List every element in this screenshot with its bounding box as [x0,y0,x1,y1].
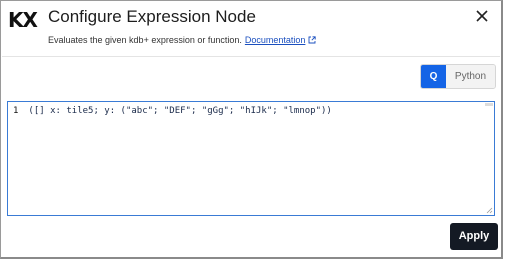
dialog-title: Configure Expression Node [48,7,256,26]
code-line[interactable]: 1 ([] x: tile5; y: ("abc"; "DEF"; "gGg"; … [13,105,332,117]
close-button[interactable] [473,7,491,25]
close-icon [476,10,488,22]
code-text[interactable]: ([] x: tile5; y: ("abc"; "DEF"; "gGg"; "… [28,106,331,116]
language-toggle: Q Python [420,64,496,89]
subtitle-text: Evaluates the given kdb+ expression or f… [48,35,242,45]
resize-grip-icon[interactable] [486,207,493,214]
code-editor[interactable]: 1 ([] x: tile5; y: ("abc"; "DEF"; "gGg"; … [7,101,495,216]
language-option-python[interactable]: Python [446,65,495,88]
kx-logo: KX [8,8,38,32]
line-number: 1 [13,106,19,116]
editor-scrollbar[interactable] [485,103,493,106]
language-option-q[interactable]: Q [421,65,446,88]
documentation-link[interactable]: Documentation [245,35,306,45]
external-link-icon[interactable] [308,35,317,47]
expression-node-dialog: KX Configure Expression Node Evaluates t… [0,0,503,259]
apply-button[interactable]: Apply [450,223,498,250]
header-divider [2,56,500,57]
dialog-subtitle: Evaluates the given kdb+ expression or f… [48,34,317,47]
